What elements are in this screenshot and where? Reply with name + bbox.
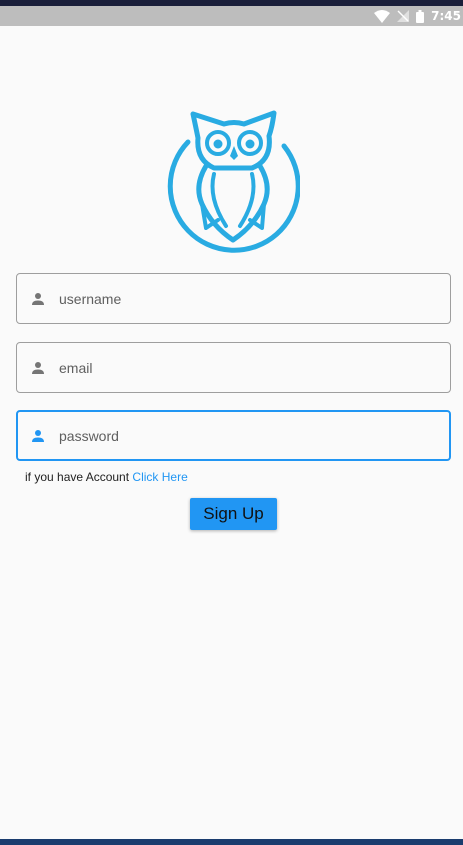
email-input[interactable] xyxy=(59,352,439,383)
status-bar: 7:45 xyxy=(0,6,463,26)
sign-up-button[interactable]: Sign Up xyxy=(190,498,277,530)
click-here-link[interactable]: Click Here xyxy=(132,470,187,484)
person-icon xyxy=(32,429,44,442)
wifi-icon xyxy=(374,9,391,23)
bottom-edge-strip xyxy=(0,839,463,845)
person-icon xyxy=(32,292,44,305)
no-signal-icon xyxy=(397,10,410,22)
password-input[interactable] xyxy=(59,420,439,451)
person-icon xyxy=(32,361,44,374)
email-field[interactable] xyxy=(16,342,451,393)
password-field[interactable] xyxy=(16,410,451,461)
account-prompt: if you have Account Click Here xyxy=(25,470,188,484)
owl-logo-icon xyxy=(166,108,301,258)
status-time: 7:45 xyxy=(431,9,461,23)
account-prompt-text: if you have Account xyxy=(25,470,133,484)
battery-icon xyxy=(416,9,425,23)
username-field[interactable] xyxy=(16,273,451,324)
username-input[interactable] xyxy=(59,283,439,314)
